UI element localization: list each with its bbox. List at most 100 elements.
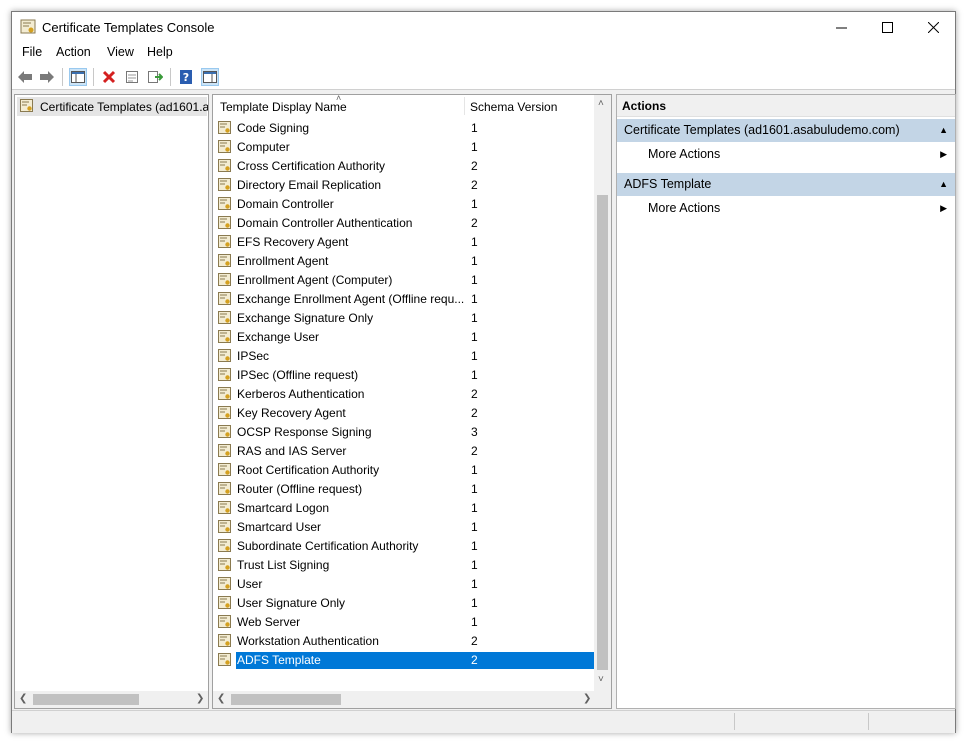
actions-section-certificate-templates[interactable]: Certificate Templates (ad1601.asabuludem…	[617, 119, 955, 142]
maximize-button[interactable]	[864, 12, 910, 42]
template-name: Web Server	[237, 615, 301, 629]
table-row[interactable]: Smartcard User 1	[217, 518, 595, 537]
template-name: RAS and IAS Server	[237, 444, 347, 458]
table-row[interactable]: Subordinate Certification Authority 1	[217, 537, 595, 556]
table-row[interactable]: RAS and IAS Server 2	[217, 442, 595, 461]
table-row[interactable]: Enrollment Agent 1	[217, 252, 595, 271]
table-row[interactable]: Exchange User 1	[217, 328, 595, 347]
title-bar[interactable]: Certificate Templates Console	[12, 12, 955, 42]
table-row[interactable]: Workstation Authentication 2	[217, 632, 595, 651]
certificate-template-icon	[218, 634, 232, 648]
table-row[interactable]: Directory Email Replication 2	[217, 176, 595, 195]
table-row[interactable]: Computer 1	[217, 138, 595, 157]
column-header-template-name[interactable]: Template Display Name	[220, 95, 347, 117]
forward-arrow-icon[interactable]	[38, 68, 56, 86]
table-row[interactable]: Code Signing 1	[217, 119, 595, 138]
export-list-icon[interactable]	[146, 68, 164, 86]
schema-version: 1	[471, 482, 478, 496]
menu-view[interactable]: View	[107, 45, 134, 59]
help-icon[interactable]: ?	[177, 68, 195, 86]
certificate-template-icon	[218, 235, 232, 249]
table-row[interactable]: OCSP Response Signing 3	[217, 423, 595, 442]
collapse-icon[interactable]: ▲	[939, 173, 948, 196]
schema-version: 1	[471, 368, 478, 382]
certificate-template-icon	[218, 482, 232, 496]
scroll-left-icon[interactable]: ❮	[19, 693, 27, 704]
scroll-right-icon[interactable]: ❯	[196, 693, 204, 704]
properties-icon[interactable]	[123, 68, 141, 86]
template-name: Domain Controller Authentication	[237, 216, 413, 230]
window-title: Certificate Templates Console	[42, 20, 215, 35]
console-window: Certificate Templates Console File Actio…	[11, 11, 956, 733]
template-name: OCSP Response Signing	[237, 425, 372, 439]
schema-version: 1	[471, 615, 478, 629]
column-header-schema-version[interactable]: Schema Version	[470, 95, 557, 117]
certificate-console-icon	[20, 19, 36, 35]
table-row[interactable]: Domain Controller Authentication 2	[217, 214, 595, 233]
menu-file[interactable]: File	[22, 45, 42, 59]
template-name: Domain Controller	[237, 197, 334, 211]
certificate-template-icon	[218, 463, 232, 477]
scroll-thumb[interactable]	[33, 694, 139, 705]
close-button[interactable]	[910, 12, 956, 42]
template-name: Enrollment Agent	[237, 254, 329, 268]
table-row[interactable]: Enrollment Agent (Computer) 1	[217, 271, 595, 290]
certificate-template-icon	[218, 197, 232, 211]
certificate-template-icon	[218, 596, 232, 610]
minimize-button[interactable]	[818, 12, 864, 42]
table-row[interactable]: IPSec 1	[217, 347, 595, 366]
table-row[interactable]: User Signature Only 1	[217, 594, 595, 613]
menu-action[interactable]: Action	[56, 45, 91, 59]
schema-version: 1	[471, 577, 478, 591]
action-label: More Actions	[648, 147, 721, 161]
table-row[interactable]: Trust List Signing 1	[217, 556, 595, 575]
table-row[interactable]: Router (Offline request) 1	[217, 480, 595, 499]
actions-title: Actions	[617, 95, 955, 117]
menu-help[interactable]: Help	[147, 45, 173, 59]
certificate-template-icon	[218, 653, 232, 667]
tree-horizontal-scrollbar[interactable]: ❮ ❯	[15, 691, 208, 708]
more-actions-adfs-template[interactable]: More Actions ▶	[617, 197, 955, 219]
template-name: Exchange Enrollment Agent (Offline requ.…	[237, 292, 465, 306]
maximize-icon	[881, 21, 893, 33]
template-name: Root Certification Authority	[237, 463, 380, 477]
list-horizontal-scrollbar[interactable]: ❮ ❯	[213, 691, 611, 708]
scroll-right-icon[interactable]: ❯	[583, 693, 591, 704]
schema-version: 1	[471, 558, 478, 572]
action-label: More Actions	[648, 201, 721, 215]
table-row[interactable]: Root Certification Authority 1	[217, 461, 595, 480]
table-row[interactable]: Cross Certification Authority 2	[217, 157, 595, 176]
table-row[interactable]: IPSec (Offline request) 1	[217, 366, 595, 385]
table-row[interactable]: Kerberos Authentication 2	[217, 385, 595, 404]
table-row[interactable]: Exchange Enrollment Agent (Offline requ.…	[217, 290, 595, 309]
scroll-left-icon[interactable]: ❮	[217, 693, 225, 704]
certificate-template-icon	[218, 273, 232, 287]
show-hide-console-tree-icon[interactable]	[69, 68, 87, 86]
schema-version: 1	[471, 520, 478, 534]
more-actions-certificate-templates[interactable]: More Actions ▶	[617, 143, 955, 165]
table-row[interactable]: Domain Controller 1	[217, 195, 595, 214]
show-hide-action-pane-icon[interactable]	[201, 68, 219, 86]
section-label: Certificate Templates (ad1601.asabuludem…	[624, 123, 900, 137]
table-row[interactable]: EFS Recovery Agent 1	[217, 233, 595, 252]
table-row[interactable]: User 1	[217, 575, 595, 594]
table-row[interactable]: Web Server 1	[217, 613, 595, 632]
scroll-down-icon[interactable]: ˅	[598, 674, 604, 685]
table-row[interactable]: ADFS Template 2	[217, 651, 595, 670]
table-row[interactable]: Key Recovery Agent 2	[217, 404, 595, 423]
template-name: Cross Certification Authority	[237, 159, 386, 173]
table-row[interactable]: Smartcard Logon 1	[217, 499, 595, 518]
scroll-thumb[interactable]	[231, 694, 341, 705]
tree-item-certificate-templates[interactable]: Certificate Templates (ad1601.as	[17, 97, 208, 116]
delete-icon[interactable]	[100, 68, 118, 86]
actions-section-adfs-template[interactable]: ADFS Template ▲	[617, 173, 955, 196]
collapse-icon[interactable]: ▲	[939, 119, 948, 142]
template-name: IPSec (Offline request)	[237, 368, 359, 382]
table-row[interactable]: Exchange Signature Only 1	[217, 309, 595, 328]
back-arrow-icon[interactable]	[16, 68, 34, 86]
scroll-thumb[interactable]	[597, 195, 608, 670]
template-list-pane: Template Display Name ˄ Schema Version C…	[212, 94, 612, 709]
list-vertical-scrollbar[interactable]: ˄ ˅	[594, 95, 611, 691]
certificate-template-icon	[218, 368, 232, 382]
scroll-up-icon[interactable]: ˄	[598, 98, 604, 109]
